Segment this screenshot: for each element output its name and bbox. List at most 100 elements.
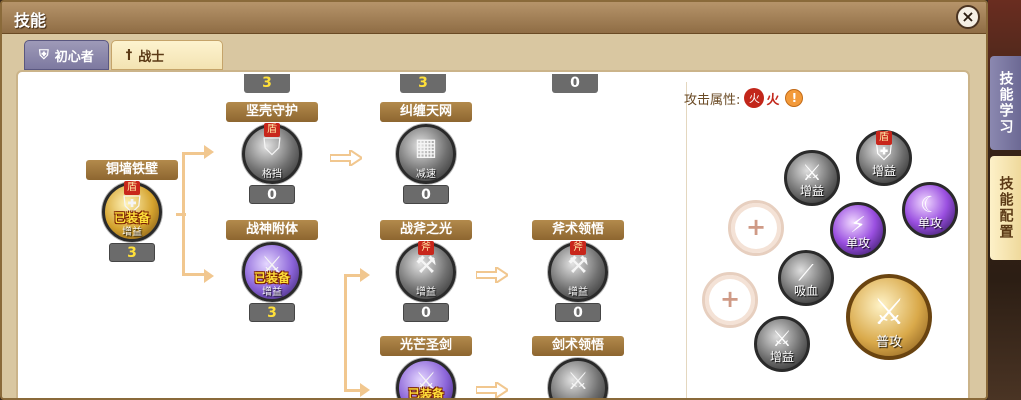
slot-label: 吸血 (793, 284, 818, 298)
skill-guangmang: 光芒圣剑 ⚔ 已装备 (380, 336, 472, 400)
skill-icon-button[interactable]: ⚔ 已装备 增益 (242, 242, 302, 302)
class-tabs: ⛨ 初心者 † 战士 (24, 40, 225, 70)
skill-slot-buff-1[interactable]: ⚔ 增益 (784, 150, 840, 206)
skill-type: 增益 (122, 227, 142, 238)
skill-level-top-1: 3 (244, 74, 290, 93)
connector-line (190, 152, 206, 155)
skill-name: 光芒圣剑 (380, 336, 472, 356)
panel-divider (686, 82, 687, 398)
skill-fushu: 斧术领悟 ⚒ 斧 增益 0 (532, 220, 624, 322)
tab-warrior[interactable]: † 战士 (110, 40, 223, 70)
skill-name: 剑术领悟 (532, 336, 624, 356)
slot-label: 增益 (799, 184, 824, 198)
arrow-icon (476, 382, 508, 398)
skill-slot-empty-2[interactable]: + (702, 272, 758, 328)
skill-level: 0 (403, 185, 449, 204)
side-tab-label: 技能配置 (997, 176, 1014, 240)
branch-connector (344, 274, 354, 392)
skill-level: 3 (109, 243, 155, 262)
skill-type: 格挡 (262, 169, 282, 180)
skill-name: 坚壳守护 (226, 102, 318, 122)
skill-icon-button[interactable]: ⛨ 盾 已装备 增益 (102, 181, 162, 242)
skill-slot-attack-2[interactable]: ☾ 单攻 (902, 182, 958, 238)
skill-slot-normal-attack[interactable]: ⚔ 普攻 (846, 274, 932, 360)
equipped-label: 已装备 (407, 387, 444, 400)
plus-icon: + (719, 285, 741, 313)
skill-type: 增益 (568, 287, 588, 298)
skill-jianshu: 剑术领悟 ⚔ (532, 336, 624, 398)
arrow-icon (330, 150, 362, 166)
plus-icon: + (745, 213, 767, 241)
tab-skill-config[interactable]: 技能配置 (990, 156, 1021, 260)
skill-name: 斧术领悟 (532, 220, 624, 240)
window-title: 技能 (14, 11, 47, 30)
fire-icon: 火 (744, 88, 765, 108)
skill-level: 0 (249, 185, 295, 204)
sword-icon: ⚔ (567, 367, 589, 395)
skill-badge: 盾 (264, 123, 280, 137)
slot-label: 单攻 (845, 236, 870, 250)
skill-name: 战斧之光 (380, 220, 472, 240)
tab-skill-learning[interactable]: 技能学习 (990, 56, 1021, 150)
skill-slot-buff-3[interactable]: ⚔ 增益 (754, 316, 810, 372)
slot-label: 单攻 (917, 216, 942, 230)
skill-level: 0 (403, 303, 449, 322)
side-tab-label: 技能学习 (997, 71, 1014, 135)
axe-icon: ⚒ (415, 251, 437, 279)
skill-name: 铜墙铁壁 (86, 160, 178, 180)
skill-level: 0 (555, 303, 601, 322)
tab-beginner[interactable]: ⛨ 初心者 (24, 40, 109, 70)
net-icon: ▦ (414, 133, 438, 161)
close-icon: × (961, 7, 975, 26)
skill-window: 技能 × ⛨ 初心者 † 战士 3 3 0 铜墙铁壁 ⛨ 盾 已装备 增益 3 (0, 0, 988, 400)
shield-icon: ⛨ (39, 47, 49, 63)
connector-line (190, 273, 206, 276)
axe-icon: ⚒ (567, 251, 589, 279)
skill-level-top-2: 3 (400, 74, 446, 93)
skill-slot-empty-1[interactable]: + (728, 200, 784, 256)
slot-label: 普攻 (875, 335, 902, 350)
skill-jianke: 坚壳守护 ⛉ 盾 格挡 0 (226, 102, 318, 204)
skill-icon-button[interactable]: ⚔ (548, 358, 608, 398)
skill-panel: 3 3 0 铜墙铁壁 ⛨ 盾 已装备 增益 3 坚壳守护 ⛉ 盾 格挡 0 战神… (16, 70, 970, 400)
skill-badge: 盾 (124, 181, 140, 195)
skill-icon-button[interactable]: ▦ 减速 (396, 124, 456, 184)
shield-icon: ⛉ (263, 133, 281, 161)
skill-zhanfu: 战斧之光 ⚒ 斧 增益 0 (380, 220, 472, 322)
slot-label: 增益 (871, 164, 896, 178)
title-bar[interactable]: 技能 × (2, 2, 986, 34)
arrow-icon (360, 383, 370, 397)
skill-icon-button[interactable]: ⚔ 已装备 (396, 358, 456, 400)
sword-icon: ⚔ (872, 292, 906, 333)
skill-tongqiang: 铜墙铁壁 ⛨ 盾 已装备 增益 3 (86, 160, 178, 262)
skill-type: 减速 (416, 169, 436, 180)
skill-name: 纠缠天网 (380, 102, 472, 122)
skill-badge: 斧 (418, 241, 434, 255)
sword-icon: † (125, 47, 133, 63)
skill-badge: 斧 (570, 241, 586, 255)
arrow-icon (360, 268, 370, 282)
slot-label: 增益 (769, 350, 794, 364)
skill-icon-button[interactable]: ⚒ 斧 增益 (396, 241, 456, 302)
skill-name: 战神附体 (226, 220, 318, 240)
skill-icon-button[interactable]: ⚒ 斧 增益 (548, 241, 608, 302)
skill-slot-attack-1[interactable]: ⚡ 单攻 (830, 202, 886, 258)
info-icon[interactable]: ! (785, 89, 804, 107)
tab-label: 战士 (138, 49, 165, 65)
skill-type: 增益 (262, 287, 282, 298)
attack-attribute: 攻击属性: 火 火 ! (684, 88, 804, 108)
skill-icon-button[interactable]: ⛉ 盾 格挡 (242, 123, 302, 184)
skill-level: 3 (249, 303, 295, 322)
close-button[interactable]: × (956, 5, 980, 29)
skill-type: 增益 (416, 287, 436, 298)
skill-badge: 盾 (876, 131, 892, 145)
skill-slot-buff-2[interactable]: ⛨ 盾 增益 (856, 130, 912, 186)
arrow-icon (476, 267, 508, 283)
fire-label: 火 (766, 92, 780, 108)
attack-attr-label: 攻击属性: (684, 92, 741, 108)
tab-label: 初心者 (54, 49, 94, 65)
skill-level-top-3: 0 (552, 74, 598, 93)
skill-jiuchan: 纠缠天网 ▦ 减速 0 (380, 102, 472, 204)
connector-line (176, 213, 186, 216)
skill-slot-lifesteal[interactable]: ⟋ 吸血 (778, 250, 834, 306)
